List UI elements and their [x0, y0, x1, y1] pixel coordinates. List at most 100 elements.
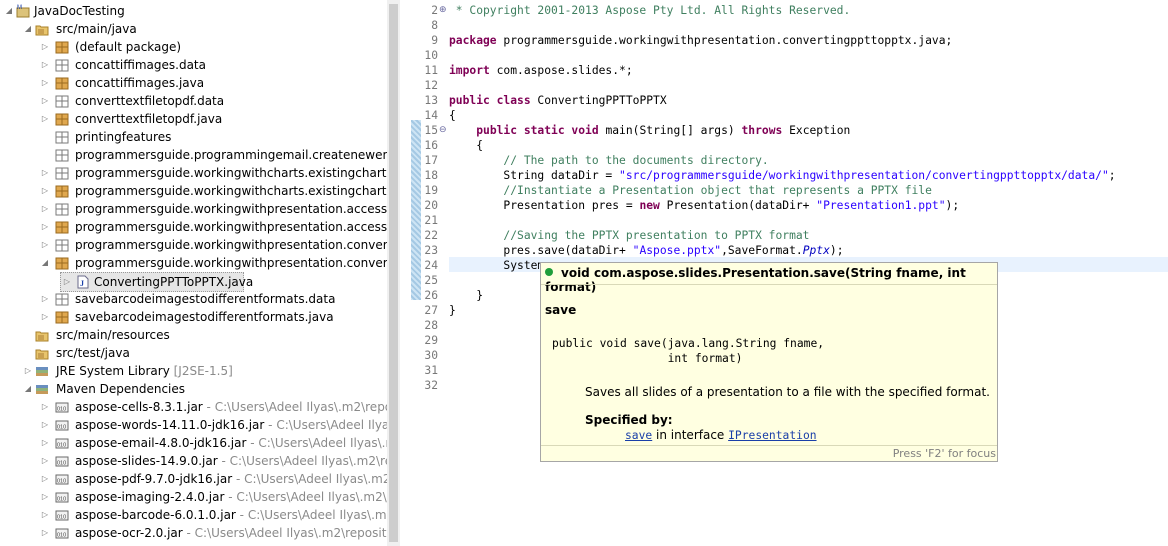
svg-text:M: M [17, 5, 22, 11]
jar-label: aspose-words-14.11.0-jdk16.jar - C:\User… [75, 418, 387, 432]
line-number: 13 [424, 94, 438, 107]
collapse-icon[interactable]: ◢ [5, 2, 13, 20]
expand-icon[interactable]: ▷ [41, 92, 49, 110]
code-text[interactable]: { [449, 108, 456, 123]
line-number: 9 [431, 34, 438, 47]
jar-label: aspose-pdf-9.7.0-jdk16.jar - C:\Users\Ad… [75, 472, 387, 486]
code-line[interactable]: 19 //Instantiate a Presentation object t… [410, 183, 1168, 198]
expand-icon[interactable]: ▷ [41, 452, 49, 470]
code-line[interactable]: 8 [410, 18, 1168, 33]
popup-footer-hint: Press 'F2' for focus [892, 447, 996, 460]
code-text[interactable]: } [449, 303, 456, 318]
code-line[interactable]: 20 Presentation pres = new Presentation(… [410, 198, 1168, 213]
code-line[interactable]: 11 import com.aspose.slides.*; [410, 63, 1168, 78]
expand-icon[interactable] [41, 146, 49, 164]
jar-icon: 010 [55, 420, 69, 431]
expand-icon[interactable]: ▷ [41, 290, 49, 308]
code-text[interactable]: } [449, 288, 483, 303]
scrollbar-thumb[interactable] [389, 4, 398, 542]
expand-icon[interactable]: ▷ [41, 236, 49, 254]
code-line[interactable]: 21 [410, 213, 1168, 228]
jar-label: aspose-imaging-2.4.0.jar - C:\Users\Adee… [75, 490, 387, 504]
line-number: 28 [424, 319, 438, 332]
code-text[interactable]: String dataDir = "src/programmersguide/w… [449, 168, 1115, 183]
line-number: 26 [424, 289, 438, 302]
code-line[interactable]: 23 pres.save(dataDir+ "Aspose.pptx",Save… [410, 243, 1168, 258]
code-line[interactable]: 18 String dataDir = "src/programmersguid… [410, 168, 1168, 183]
tree-item-selected-file[interactable]: ▷ J ConvertingPPTToPPTX.java [60, 272, 253, 292]
spec-mid-text: in interface [652, 428, 729, 442]
package-label: converttextfiletopdf.java [75, 112, 223, 126]
code-line[interactable]: 14 { [410, 108, 1168, 123]
maven-project-icon: M [16, 5, 30, 18]
code-text[interactable]: { [449, 138, 483, 153]
expand-icon[interactable]: ▷ [24, 362, 32, 380]
expand-icon[interactable]: ▷ [41, 488, 49, 506]
expand-icon[interactable]: ▷ [41, 524, 49, 542]
code-text[interactable]: import com.aspose.slides.*; [449, 63, 633, 78]
expand-icon[interactable]: ▷ [41, 74, 49, 92]
code-line[interactable]: 22 //Saving the PPTX presentation to PPT… [410, 228, 1168, 243]
code-text[interactable]: // The path to the documents directory. [449, 153, 768, 168]
expand-icon[interactable]: ▷ [41, 200, 49, 218]
expand-icon[interactable] [41, 128, 49, 146]
code-text[interactable]: Presentation pres = new Presentation(dat… [449, 198, 959, 213]
collapse-icon[interactable]: ◢ [24, 380, 32, 398]
package-label: concattiffimages.java [75, 76, 205, 90]
expand-icon[interactable]: ▷ [41, 38, 49, 56]
expand-icon[interactable]: ▷ [41, 218, 49, 236]
code-line[interactable]: 17 // The path to the documents director… [410, 153, 1168, 168]
code-text[interactable]: pres.save(dataDir+ "Aspose.pptx",SaveFor… [449, 243, 843, 258]
expand-icon[interactable]: ▷ [41, 506, 49, 524]
code-text[interactable]: //Saving the PPTX presentation to PPTX f… [449, 228, 809, 243]
popup-signature: public void save(java.lang.String fname,… [552, 337, 825, 365]
code-text[interactable]: System [449, 258, 544, 273]
code-text[interactable]: //Instantiate a Presentation object that… [449, 183, 931, 198]
empty-package-icon [55, 167, 69, 180]
fold-toggle-icon[interactable]: ⊖ [439, 123, 448, 138]
code-line[interactable]: 9 package programmersguide.workingwithpre… [410, 33, 1168, 48]
code-line[interactable]: 2 ⊕ * Copyright 2001-2013 Aspose Pty Ltd.… [410, 3, 1168, 18]
code-line[interactable]: 10 [410, 48, 1168, 63]
collapse-icon[interactable]: ◢ [24, 20, 32, 38]
package-label: programmersguide.programmingemail.create… [75, 148, 387, 162]
svg-text:010: 010 [57, 461, 66, 467]
package-label: (default package) [75, 40, 182, 54]
pane-separator[interactable] [400, 0, 410, 546]
code-line[interactable]: 13 public class ConvertingPPTToPPTX [410, 93, 1168, 108]
expand-icon[interactable]: ▷ [41, 308, 49, 326]
expand-icon[interactable]: ▷ [41, 416, 49, 434]
code-text[interactable]: public class ConvertingPPTToPPTX [449, 93, 667, 108]
line-number: 21 [424, 214, 438, 227]
explorer-scrollbar[interactable] [387, 0, 400, 546]
svg-text:010: 010 [57, 407, 66, 413]
fold-toggle-icon[interactable]: ⊕ [439, 3, 448, 18]
svg-text:J: J [80, 279, 84, 288]
code-text[interactable]: package programmersguide.workingwithpres… [449, 33, 952, 48]
expand-icon[interactable]: ◢ [41, 254, 49, 272]
expand-icon[interactable]: ▷ [41, 470, 49, 488]
svg-text:010: 010 [57, 533, 66, 539]
code-line[interactable]: 16 { [410, 138, 1168, 153]
svg-text:010: 010 [57, 515, 66, 521]
selected-file-label: ConvertingPPTToPPTX.java [94, 275, 254, 289]
expand-icon[interactable]: ▷ [63, 273, 71, 291]
javadoc-hover-popup[interactable]: void com.aspose.slides.Presentation.save… [540, 262, 998, 462]
expand-icon[interactable]: ▷ [41, 182, 49, 200]
expand-icon[interactable]: ▷ [41, 110, 49, 128]
expand-icon[interactable]: ▷ [41, 398, 49, 416]
source-folder-icon [35, 331, 49, 342]
line-number: 11 [424, 64, 438, 77]
code-line[interactable]: 15 ⊖ public static void main(String[] arg… [410, 123, 1168, 138]
jar-icon: 010 [55, 456, 69, 467]
code-text[interactable]: public static void main(String[] args) t… [449, 123, 850, 138]
code-text[interactable]: * Copyright 2001-2013 Aspose Pty Ltd. Al… [449, 3, 850, 18]
project-label: JavaDocTesting [34, 4, 125, 18]
line-number: 12 [424, 79, 438, 92]
expand-icon[interactable]: ▷ [41, 56, 49, 74]
code-line[interactable]: 12 [410, 78, 1168, 93]
expand-icon[interactable]: ▷ [41, 434, 49, 452]
expand-icon[interactable]: ▷ [41, 164, 49, 182]
spec-interface-link[interactable]: IPresentation [728, 429, 816, 442]
spec-method-link[interactable]: save [625, 429, 652, 442]
